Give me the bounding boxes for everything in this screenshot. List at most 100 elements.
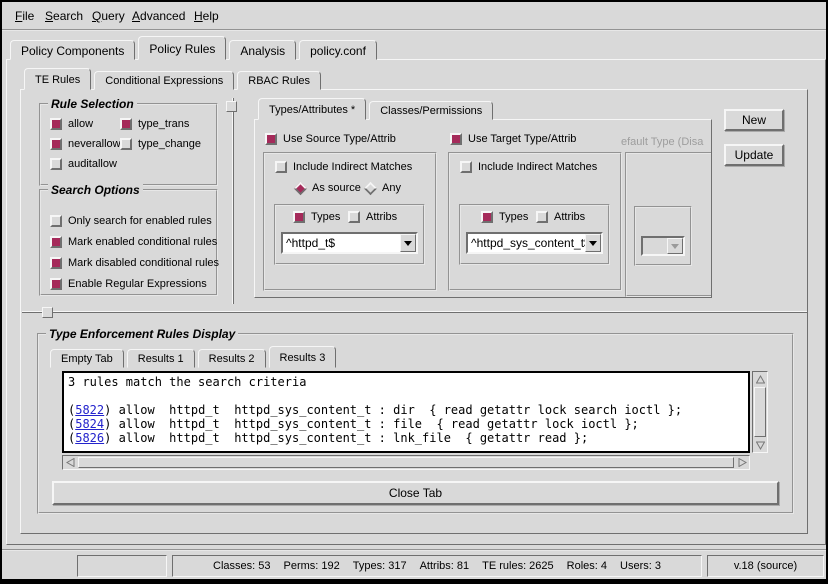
radio-any[interactable]: Any — [365, 182, 401, 194]
menu-advanced[interactable]: Advanced — [132, 9, 185, 23]
checkbox-label: Include Indirect Matches — [293, 161, 412, 173]
close-tab-button[interactable]: Close Tab — [52, 481, 779, 505]
checkbox-mark-disabled[interactable]: Mark disabled conditional rules — [50, 257, 219, 269]
tab-policy-components[interactable]: Policy Components — [10, 40, 135, 60]
tab-policy-conf[interactable]: policy.conf — [299, 40, 377, 60]
status-stats-panel: Classes: 53 Perms: 192 Types: 317 Attrib… — [172, 555, 702, 577]
scrollbar-thumb[interactable] — [78, 457, 734, 468]
radio-label: Any — [382, 182, 401, 194]
rule-id-link[interactable]: 5822 — [75, 403, 104, 417]
tab-results-1[interactable]: Results 1 — [127, 349, 195, 368]
scroll-down-button[interactable] — [753, 438, 767, 452]
checkbox-indicator — [50, 236, 62, 248]
new-button[interactable]: New — [724, 109, 784, 131]
results-vertical-scrollbar[interactable] — [752, 371, 768, 453]
checkbox-target-types[interactable]: Types — [481, 211, 528, 223]
search-options-title: Search Options — [48, 183, 143, 197]
results-text-area[interactable]: 3 rules match the search criteria (5822)… — [62, 371, 750, 453]
tab-results-2[interactable]: Results 2 — [198, 349, 266, 368]
search-options-group: Search Options Only search for enabled r… — [39, 189, 218, 296]
ta-tab-bar: Types/Attributes * Classes/Permissions — [258, 99, 496, 120]
vertical-sash[interactable] — [232, 98, 234, 304]
checkbox-indicator — [50, 118, 62, 130]
combobox-dropdown-button[interactable] — [585, 234, 601, 252]
menu-file[interactable]: File — [15, 9, 34, 23]
checkbox-label: Include Indirect Matches — [478, 161, 597, 173]
radio-indicator — [364, 181, 377, 194]
tab-te-rules[interactable]: TE Rules — [24, 68, 91, 90]
checkbox-label: Use Target Type/Attrib — [468, 133, 576, 145]
target-types-attribs-box: Types Attribs ^httpd_sys_content_t$ — [459, 204, 610, 265]
update-button[interactable]: Update — [724, 144, 784, 166]
scroll-left-button[interactable] — [63, 456, 77, 469]
target-type-combobox[interactable]: ^httpd_sys_content_t$ — [466, 232, 603, 254]
checkbox-neverallow[interactable]: neverallow — [50, 138, 121, 150]
rule-selection-title: Rule Selection — [48, 97, 137, 111]
tab-analysis[interactable]: Analysis — [229, 40, 296, 60]
source-type-combobox[interactable]: ^httpd_t$ — [281, 232, 418, 254]
stat-roles: Roles: 4 — [567, 560, 607, 572]
checkbox-source-indirect[interactable]: Include Indirect Matches — [275, 161, 412, 173]
checkbox-regex[interactable]: Enable Regular Expressions — [50, 278, 207, 290]
scroll-up-button[interactable] — [753, 372, 767, 386]
rule-id-link[interactable]: 5824 — [75, 417, 104, 431]
checkbox-indicator — [293, 211, 305, 223]
combobox-dropdown-button[interactable] — [400, 234, 416, 252]
stat-classes: Classes: 53 — [213, 560, 270, 572]
checkbox-type-trans[interactable]: type_trans — [120, 118, 189, 130]
radio-as-source[interactable]: As source — [295, 182, 361, 194]
horizontal-sash[interactable] — [22, 311, 807, 313]
radio-indicator — [294, 181, 307, 194]
checkbox-allow[interactable]: allow — [50, 118, 93, 130]
tab-types-attributes[interactable]: Types/Attributes * — [258, 98, 366, 120]
checkbox-source-attribs[interactable]: Attribs — [348, 211, 397, 223]
combobox-value: ^httpd_sys_content_t$ — [468, 236, 585, 250]
checkbox-target-indirect[interactable]: Include Indirect Matches — [460, 161, 597, 173]
tab-conditional-expressions[interactable]: Conditional Expressions — [94, 71, 234, 90]
chevron-down-icon — [404, 241, 412, 246]
rule-id-link[interactable]: 5826 — [75, 431, 104, 445]
checkbox-label: Use Source Type/Attrib — [283, 133, 396, 145]
tab-empty-tab[interactable]: Empty Tab — [50, 349, 124, 368]
stat-attribs: Attribs: 81 — [420, 560, 470, 572]
stat-perms: Perms: 192 — [284, 560, 340, 572]
checkbox-target-attribs[interactable]: Attribs — [536, 211, 585, 223]
checkbox-type-change[interactable]: type_change — [120, 138, 201, 150]
checkbox-use-target[interactable]: Use Target Type/Attrib — [450, 133, 576, 145]
checkbox-label: allow — [68, 118, 93, 130]
checkbox-label: Enable Regular Expressions — [68, 278, 207, 290]
status-empty-panel — [77, 555, 167, 577]
checkbox-indicator — [50, 257, 62, 269]
checkbox-source-types[interactable]: Types — [293, 211, 340, 223]
main-tab-bar: Policy Components Policy Rules Analysis … — [10, 36, 380, 60]
scrollbar-thumb[interactable] — [754, 387, 766, 437]
menu-help[interactable]: Help — [194, 9, 219, 23]
rule-line-3: (5826) allow httpd_t httpd_sys_content_t… — [68, 431, 744, 445]
arrow-down-icon — [756, 441, 765, 450]
checkbox-indicator — [50, 158, 62, 170]
tab-results-3[interactable]: Results 3 — [269, 346, 337, 368]
status-version-panel: v.18 (source) — [707, 555, 824, 577]
checkbox-indicator — [50, 215, 62, 227]
default-type-inner-box — [634, 206, 692, 266]
vertical-sash-handle[interactable] — [226, 101, 237, 112]
scroll-right-button[interactable] — [735, 456, 749, 469]
chevron-down-icon — [589, 241, 597, 246]
horizontal-sash-handle[interactable] — [42, 307, 53, 318]
checkbox-only-enabled[interactable]: Only search for enabled rules — [50, 215, 212, 227]
tab-rbac-rules[interactable]: RBAC Rules — [237, 71, 321, 90]
te-rules-display-group: Type Enforcement Rules Display Empty Tab… — [37, 333, 794, 514]
results-horizontal-scrollbar[interactable] — [62, 455, 750, 470]
target-type-group: Include Indirect Matches Types Attribs ^… — [448, 152, 622, 291]
checkbox-auditallow[interactable]: auditallow — [50, 158, 117, 170]
menu-search[interactable]: Search — [45, 9, 83, 23]
combobox-value: ^httpd_t$ — [283, 236, 400, 250]
tab-policy-rules[interactable]: Policy Rules — [138, 36, 226, 60]
default-type-label: efault Type (Disa — [621, 136, 711, 148]
checkbox-mark-enabled[interactable]: Mark enabled conditional rules — [50, 236, 217, 248]
checkbox-use-source[interactable]: Use Source Type/Attrib — [265, 133, 396, 145]
tab-classes-permissions[interactable]: Classes/Permissions — [369, 101, 493, 120]
blank-line — [68, 389, 744, 403]
menu-query[interactable]: Query — [92, 9, 125, 23]
checkbox-label: Types — [311, 211, 340, 223]
